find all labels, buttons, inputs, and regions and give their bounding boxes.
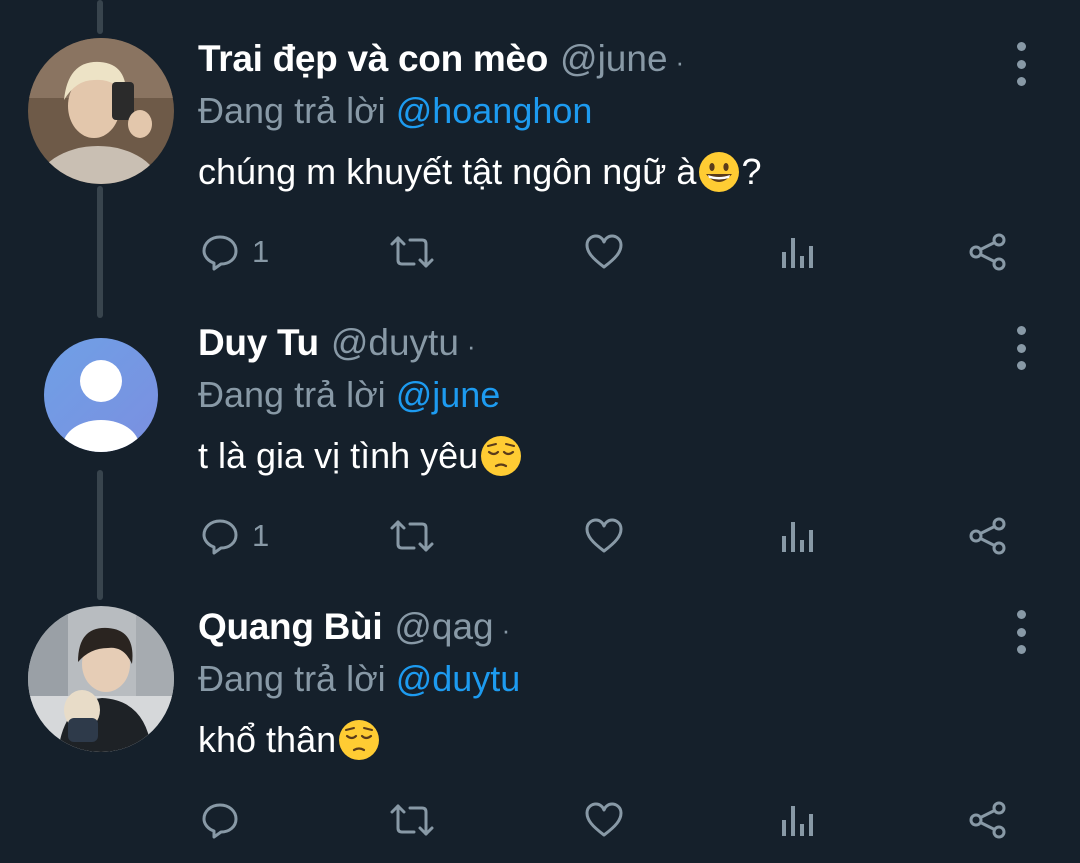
avatar[interactable] (28, 606, 174, 752)
display-name[interactable]: Quang Bùi (198, 606, 383, 648)
analytics-button[interactable] (778, 796, 818, 844)
mention-link[interactable]: @hoanghon (396, 90, 593, 131)
tweet-text-content: khổ thân (198, 719, 337, 760)
mention-link[interactable]: @june (396, 374, 501, 415)
tweet-text-content: chúng m khuyết tật ngôn ngữ à (198, 151, 697, 192)
username[interactable]: @qag (394, 606, 493, 648)
reply-count: 1 (252, 234, 270, 269)
heart-icon (585, 518, 623, 553)
reply-icon (202, 519, 238, 555)
analytics-button[interactable] (778, 512, 818, 560)
tweet-text: chúng m khuyết tật ngôn ngữ à ? (198, 150, 761, 194)
analytics-icon (782, 522, 813, 552)
analytics-icon (782, 238, 813, 268)
more-options-icon[interactable] (1006, 42, 1036, 86)
retweet-icon (390, 520, 434, 552)
tweet-text-content: t là gia vị tình yêu (198, 435, 479, 476)
avatar[interactable] (44, 338, 158, 452)
tweet-text-suffix: ? (741, 151, 762, 192)
tweet-actions: 1 (0, 512, 1080, 560)
display-name[interactable]: Trai đẹp và con mèo (198, 38, 548, 80)
separator-dot: · (501, 615, 511, 645)
retweet-button[interactable] (388, 228, 436, 276)
like-button[interactable] (584, 512, 624, 560)
reply-icon (202, 803, 238, 839)
tweet-actions: 1 (0, 228, 1080, 276)
pensive-face-emoji (337, 718, 381, 762)
replying-to-label: Đang trả lời (198, 374, 386, 415)
tweet[interactable]: Duy Tu @duytu · Đang trả lời @june t là g… (0, 322, 1080, 572)
display-name[interactable]: Duy Tu (198, 322, 319, 364)
retweet-button[interactable] (388, 512, 436, 560)
retweet-icon (390, 236, 434, 268)
replying-to-label: Đang trả lời (198, 658, 386, 699)
replying-to: Đang trả lời @duytu (198, 658, 520, 700)
separator-dot: · (675, 47, 685, 77)
like-button[interactable] (584, 228, 624, 276)
tweet[interactable]: Trai đẹp và con mèo @june · Đang trả lời… (0, 38, 1080, 288)
share-button[interactable] (968, 796, 1008, 844)
mention-link[interactable]: @duytu (396, 658, 521, 699)
thread-line-top (97, 0, 103, 34)
reply-button[interactable]: 1 (200, 228, 269, 276)
more-options-icon[interactable] (1006, 326, 1036, 370)
more-options-icon[interactable] (1006, 610, 1036, 654)
reply-count: 1 (252, 518, 270, 553)
pensive-face-emoji (479, 434, 523, 478)
analytics-icon (782, 806, 813, 836)
tweet-text: khổ thân (198, 718, 381, 762)
share-icon (969, 233, 1006, 271)
tweet-text: t là gia vị tình yêu (198, 434, 523, 478)
share-icon (969, 517, 1006, 555)
reply-button[interactable]: 1 (200, 512, 269, 560)
heart-icon (585, 234, 623, 269)
analytics-button[interactable] (778, 228, 818, 276)
avatar[interactable] (28, 38, 174, 184)
reply-icon (202, 235, 238, 271)
username[interactable]: @june (560, 38, 668, 80)
replying-to: Đang trả lời @june (198, 374, 500, 416)
heart-icon (585, 802, 623, 837)
retweet-icon (390, 804, 434, 836)
username[interactable]: @duytu (331, 322, 459, 364)
replying-to-label: Đang trả lời (198, 90, 386, 131)
retweet-button[interactable] (388, 796, 436, 844)
reply-button[interactable] (200, 796, 252, 844)
replying-to: Đang trả lời @hoanghon (198, 90, 592, 132)
tweet-actions (0, 796, 1080, 844)
share-icon (969, 801, 1006, 839)
tweet[interactable]: Quang Bùi @qag · Đang trả lời @duytu khổ … (0, 606, 1080, 856)
share-button[interactable] (968, 512, 1008, 560)
grinning-face-emoji (697, 150, 741, 194)
share-button[interactable] (968, 228, 1008, 276)
separator-dot: · (466, 331, 476, 361)
like-button[interactable] (584, 796, 624, 844)
